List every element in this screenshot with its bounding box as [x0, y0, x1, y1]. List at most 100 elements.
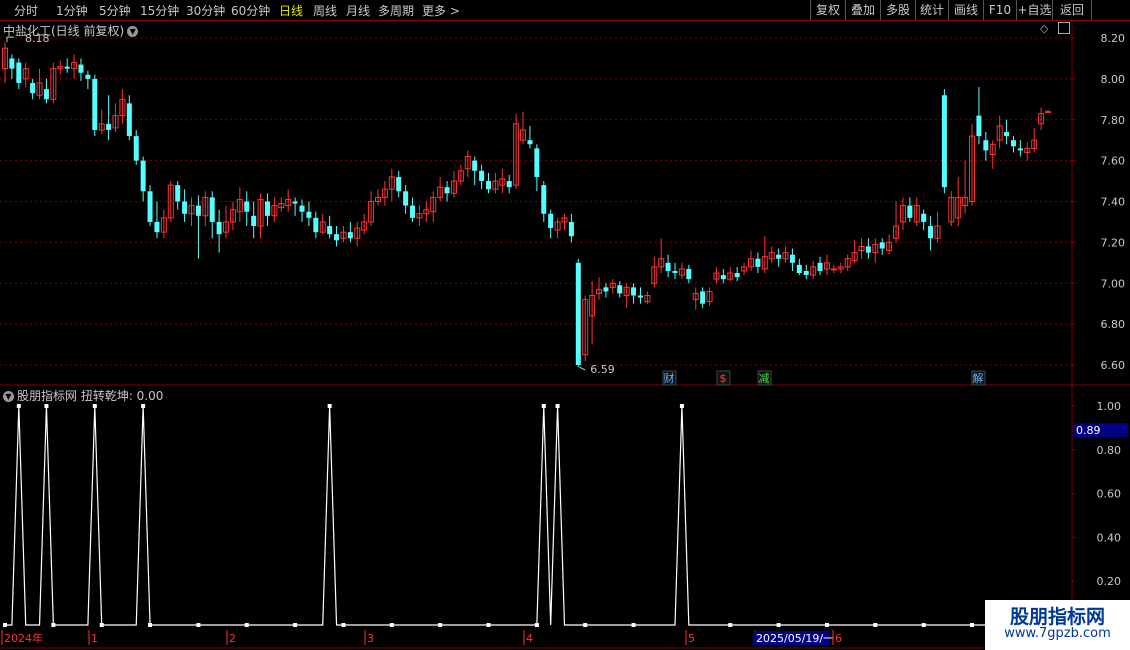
low-marker: [579, 366, 586, 371]
y-tick-label: 8.00: [1101, 73, 1126, 86]
indicator-dot: [3, 623, 7, 627]
x-tick-label: 2024年: [4, 631, 43, 645]
indicator-tick-label: 0.20: [1097, 575, 1122, 588]
candle-body: [175, 185, 181, 202]
tab-multi-period[interactable]: 多周期: [378, 2, 414, 19]
high-price-label: 8.18: [25, 32, 50, 45]
event-label: 解: [973, 371, 984, 385]
tab-more[interactable]: 更多 >: [422, 2, 460, 19]
candle-body: [734, 273, 740, 278]
candle-body: [216, 221, 222, 235]
x-tick-label: 5: [688, 632, 695, 645]
candle-body: [410, 205, 416, 218]
indicator-dot: [631, 623, 636, 627]
candle-body: [16, 62, 22, 83]
watermark-url: www.7gpzb.com: [1004, 626, 1111, 641]
indicator-dot: [921, 623, 926, 627]
candle-body: [78, 64, 84, 73]
candle-body: [506, 181, 512, 188]
candle-body: [209, 197, 215, 222]
add-watchlist-button[interactable]: 返回: [1052, 0, 1091, 20]
x-tick-label: 2: [229, 632, 236, 645]
kline-chart[interactable]: 8.20 8.00 7.80 7.60 7.40 7.20 7.00 6.80 6.60 8.18…: [0, 20, 1130, 650]
indicator-peak-dot: [44, 404, 49, 408]
indicator-dot: [51, 623, 56, 627]
candle-body: [983, 140, 989, 151]
draw-line-button[interactable]: 画线: [948, 0, 983, 20]
candle-body: [64, 66, 70, 69]
fuquan-button[interactable]: 复权: [810, 0, 845, 20]
candle-body: [334, 234, 340, 241]
event-label: 财: [664, 371, 675, 385]
y-tick-label: 7.80: [1101, 114, 1126, 127]
indicator-dot: [389, 623, 394, 627]
indicator-dot: [970, 623, 975, 627]
y-tick-label: 7.40: [1101, 196, 1126, 209]
tab-fenshi[interactable]: 分时: [14, 2, 38, 19]
tab-15min[interactable]: 15分钟: [140, 2, 179, 19]
candle-body: [396, 176, 402, 192]
event-marker: $: [716, 370, 731, 386]
indicator-dot: [776, 623, 781, 627]
candle-body: [479, 170, 485, 182]
y-tick-label: 6.60: [1101, 359, 1126, 372]
candle-body: [251, 215, 257, 227]
candle-body: [126, 103, 132, 137]
overlay-button[interactable]: 叠加: [845, 0, 880, 20]
candle-body: [720, 275, 726, 280]
tab-weekly[interactable]: 周线: [313, 2, 337, 19]
annotate-button[interactable]: +自选: [1016, 0, 1052, 20]
y-tick-label: 6.80: [1101, 318, 1126, 331]
tab-1min[interactable]: 1分钟: [56, 2, 88, 19]
indicator-peak-dot: [141, 404, 146, 408]
y-tick-label: 7.60: [1101, 155, 1126, 168]
candle-body: [195, 205, 201, 216]
candle-body: [637, 295, 643, 298]
watermark: 股朋指标网 www.7gpzb.com: [985, 600, 1130, 650]
indicator-peak-dot: [541, 404, 546, 408]
candle-body: [1045, 111, 1051, 114]
candle-body: [796, 264, 802, 274]
candle-body: [879, 242, 885, 249]
candle-body: [830, 268, 837, 271]
multi-stock-button[interactable]: 多股: [880, 0, 915, 20]
y-tick-label: 7.20: [1101, 236, 1126, 249]
f10-button[interactable]: F10: [983, 0, 1016, 20]
indicator-peak-dot: [679, 404, 684, 408]
event-marker: 减: [757, 370, 772, 386]
tab-60min[interactable]: 60分钟: [231, 2, 270, 19]
indicator-dot: [148, 623, 153, 627]
indicator-current-value: 0.89: [1076, 424, 1101, 437]
candle-body: [9, 58, 15, 69]
indicator-dot: [728, 623, 733, 627]
tab-monthly[interactable]: 月线: [346, 2, 370, 19]
candle-body: [133, 136, 139, 161]
candle-body: [444, 187, 450, 194]
indicator-dot: [486, 623, 491, 627]
candle-body: [244, 201, 250, 212]
indicator-dot: [196, 623, 201, 627]
candle-body: [803, 270, 809, 276]
date-cursor-label: 2025/05/19/一: [756, 632, 834, 645]
tab-30min[interactable]: 30分钟: [186, 2, 225, 19]
candle-body: [182, 201, 188, 214]
candle-body: [486, 181, 492, 190]
candle-body: [921, 213, 927, 222]
y-tick-label: 8.20: [1101, 32, 1126, 45]
indicator-dot: [341, 623, 346, 627]
candle-body: [92, 78, 98, 130]
indicator-peak-dot: [92, 404, 97, 408]
tab-daily[interactable]: 日线: [279, 2, 303, 19]
event-marker: 解: [971, 370, 986, 386]
candle-body: [1017, 148, 1023, 151]
indicator-line: [5, 405, 1048, 626]
back-button[interactable]: [1091, 0, 1130, 20]
stats-button[interactable]: 统计: [915, 0, 948, 20]
candle-body: [548, 213, 554, 229]
indicator-tick-label: 0.80: [1097, 444, 1122, 457]
x-tick-label: 4: [526, 632, 533, 645]
tab-5min[interactable]: 5分钟: [99, 2, 131, 19]
indicator-dot: [583, 623, 588, 627]
candle-body: [928, 226, 934, 239]
y-tick-label: 7.00: [1101, 277, 1126, 290]
